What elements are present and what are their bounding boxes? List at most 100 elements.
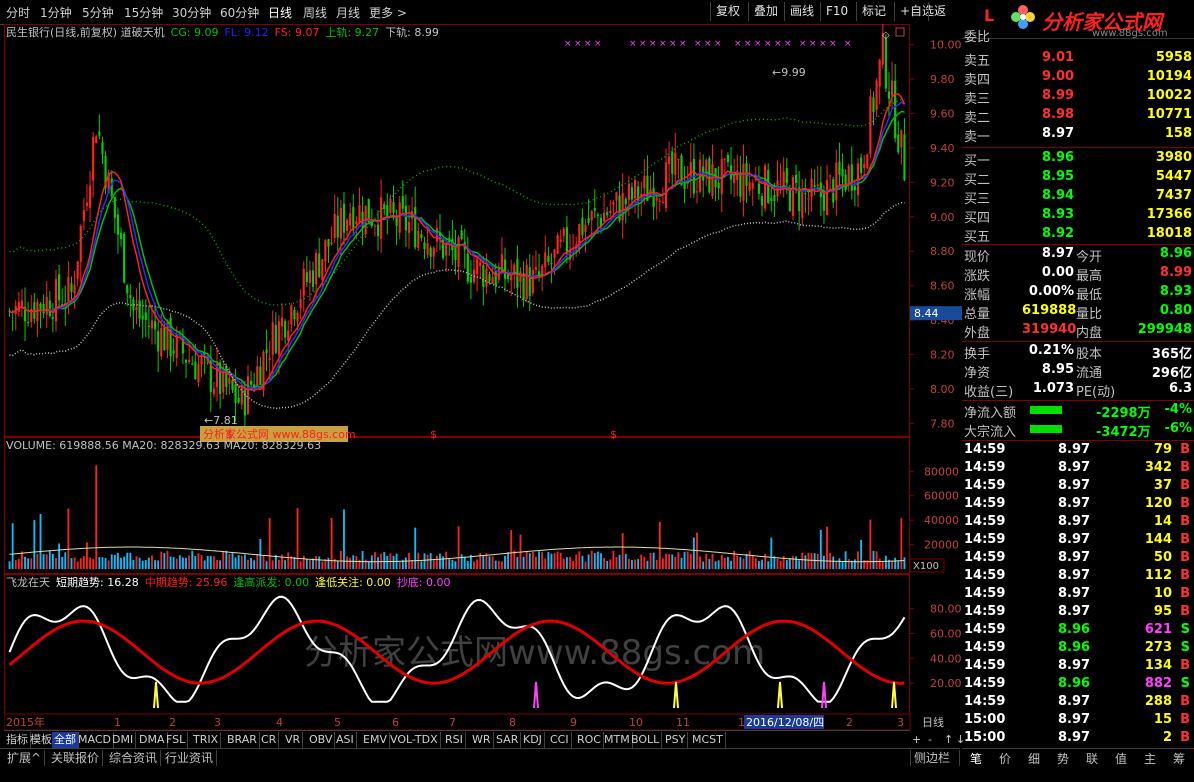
scroll-control[interactable]: -: [926, 732, 934, 748]
quote-tab[interactable]: 主: [1136, 750, 1164, 767]
bid-row[interactable]: 买五 8.92 18018: [962, 226, 1194, 245]
indicator-tab[interactable]: BRAR: [225, 732, 260, 748]
tick-price: 8.97: [1058, 496, 1091, 511]
indicator-tab[interactable]: RSI: [443, 732, 466, 748]
level-label: 卖一: [964, 130, 991, 145]
indicator-tab[interactable]: DMA: [137, 732, 168, 748]
candle-body: [887, 91, 891, 99]
period-tab[interactable]: 月线: [336, 4, 360, 21]
indicator-tab[interactable]: CCI: [548, 732, 572, 748]
candle-body: [711, 164, 714, 196]
tick-side: S: [1180, 640, 1190, 655]
indicator-tab[interactable]: FSL: [164, 732, 189, 748]
tick-volume: 144: [1144, 532, 1172, 547]
candle-body: [655, 197, 658, 201]
ask-row[interactable]: 卖一 8.97 158: [962, 126, 1194, 145]
indicator-tab[interactable]: 全部: [52, 732, 79, 748]
quote-tab[interactable]: 联: [1078, 750, 1106, 767]
indicator-tab[interactable]: DMI: [110, 732, 137, 748]
period-tab[interactable]: 15分钟: [124, 4, 163, 21]
candle-body: [27, 321, 30, 323]
toolbar-button[interactable]: F10: [820, 2, 853, 21]
period-tab[interactable]: 30分钟: [172, 4, 211, 21]
period-tab[interactable]: 5分钟: [82, 4, 114, 21]
period-tab[interactable]: 1分钟: [40, 4, 72, 21]
tick-side: B: [1180, 478, 1190, 493]
level-price: 8.94: [1042, 188, 1075, 203]
sidebar-toggle[interactable]: 侧边栏<: [910, 750, 960, 781]
level-volume: 18018: [1146, 226, 1192, 241]
bottom-tab[interactable]: 行业资讯: [162, 750, 218, 766]
toolbar-button[interactable]: 复权: [710, 2, 745, 21]
toolbar-button[interactable]: 叠加: [748, 2, 783, 21]
toolbar-button[interactable]: 画线: [784, 2, 819, 21]
indicator-tab[interactable]: ASI: [334, 732, 357, 748]
indicator-tab[interactable]: BOLL: [629, 732, 663, 748]
scroll-control[interactable]: ↓: [954, 732, 967, 748]
indicator-tab[interactable]: EMV: [361, 732, 390, 748]
ask-row[interactable]: 卖五 9.01 5958: [962, 50, 1194, 69]
indicator-tab[interactable]: WR: [470, 732, 494, 748]
candle-body: [584, 224, 587, 233]
divider: [962, 244, 1194, 245]
bid-row[interactable]: 买一 8.96 3980: [962, 150, 1194, 169]
candle-body: [884, 37, 887, 89]
indicator-tab[interactable]: MACD: [76, 732, 114, 748]
indicator-tab[interactable]: OBV: [307, 732, 336, 748]
candle-body: [633, 179, 637, 199]
quote-tab[interactable]: 值: [1107, 750, 1135, 767]
indicator-tab[interactable]: MCST: [690, 732, 726, 748]
quote-tab[interactable]: 筹: [1165, 750, 1193, 767]
tick-volume: 2: [1162, 730, 1172, 745]
toolbar-button[interactable]: 返回: [928, 2, 962, 37]
candle-body: [45, 296, 48, 315]
signal-marker: ×: [764, 39, 772, 49]
indicator-tab[interactable]: 模板: [28, 732, 55, 748]
price-axis-tick: 7.80: [930, 417, 955, 430]
level-label: 卖四: [964, 73, 991, 88]
candle-body: [528, 267, 531, 297]
tick-volume: 134: [1144, 658, 1172, 673]
period-tab[interactable]: 60分钟: [220, 4, 259, 21]
indicator-tab[interactable]: CR: [259, 732, 280, 748]
indicator-tab[interactable]: ROC: [575, 732, 604, 748]
kline-chart-svg[interactable]: 10.009.809.609.409.209.008.808.608.408.2…: [3, 21, 962, 731]
bottom-tab[interactable]: 关联报价: [48, 750, 104, 766]
candle-body: [590, 211, 593, 221]
quote-tab[interactable]: 细: [1020, 750, 1048, 767]
osc-axis-tick: 20.00: [930, 677, 962, 690]
candle-body: [290, 305, 293, 325]
indicator-tab[interactable]: 指标: [4, 732, 31, 748]
ask-row[interactable]: 卖三 8.99 10022: [962, 88, 1194, 107]
ask-row[interactable]: 卖四 9.00 10194: [962, 69, 1194, 88]
quote-tab[interactable]: 笔: [962, 750, 990, 767]
bid-row[interactable]: 买四 8.93 17366: [962, 207, 1194, 226]
quote-tab[interactable]: 价: [991, 750, 1019, 767]
indicator-tab-bar: 指标 模板 全部 MACD DMI DMA FSL TRIX BRAR CR VR OBV ASI EMV…: [4, 730, 965, 749]
scroll-control[interactable]: +: [910, 732, 923, 748]
stat-label: 外盘: [964, 326, 991, 341]
osc-axis-tick: 60.00: [930, 627, 962, 640]
indicator-tab[interactable]: PSY: [663, 732, 689, 748]
bottom-tab[interactable]: 扩展^: [4, 750, 46, 766]
bottom-tab[interactable]: 综合资讯: [106, 750, 162, 766]
quote-tab[interactable]: 势: [1049, 750, 1077, 767]
indicator-tab[interactable]: VR: [283, 732, 304, 748]
period-tab[interactable]: 周线: [303, 4, 327, 21]
period-tab[interactable]: 更多 >: [369, 4, 407, 21]
indicator-tab[interactable]: VOL-TDX: [388, 732, 441, 748]
indicator-tab[interactable]: KDJ: [521, 732, 545, 748]
indicator-tab[interactable]: SAR: [494, 732, 522, 748]
bid-row[interactable]: 买三 8.94 7437: [962, 188, 1194, 207]
ask-row[interactable]: 卖二 8.98 10771: [962, 107, 1194, 126]
indicator-tab[interactable]: TRIX: [191, 732, 222, 748]
period-tab[interactable]: 分时: [6, 4, 30, 21]
signal-marker: ×: [774, 39, 782, 49]
level-volume: 7437: [1155, 188, 1192, 203]
candle-body: [85, 202, 89, 207]
bid-row[interactable]: 买二 8.95 5447: [962, 169, 1194, 188]
period-tab[interactable]: 日线: [268, 4, 292, 21]
chart-area[interactable]: 10.00 9.80 9.60 9.40 9.20 9.00 8.80 8.60 8.40 8.2…: [3, 21, 962, 746]
toolbar-button[interactable]: 标记: [856, 2, 891, 21]
level-price: 8.92: [1042, 226, 1075, 241]
